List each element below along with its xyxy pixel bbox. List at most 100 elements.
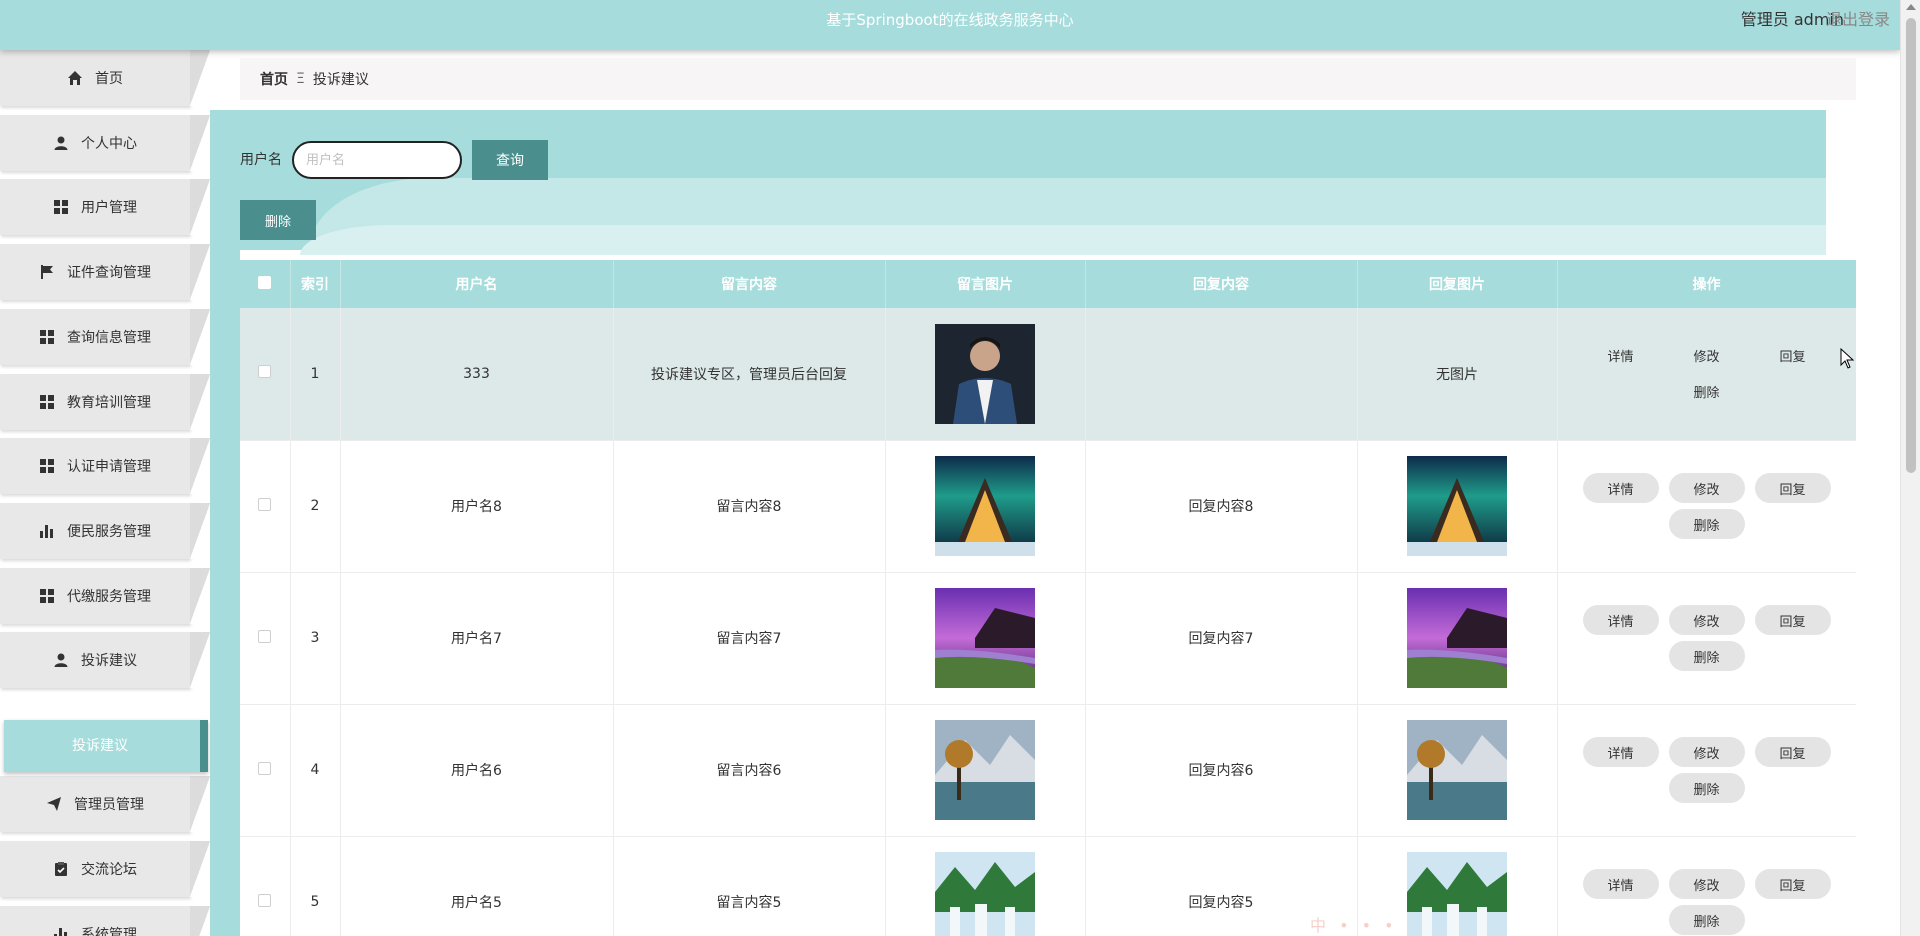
sidebar-item-tab	[190, 244, 210, 300]
select-all-checkbox[interactable]	[258, 275, 272, 289]
sidebar-item-tab	[190, 438, 210, 494]
delete-button[interactable]: 删除	[1668, 641, 1745, 671]
edit-button[interactable]: 修改	[1668, 340, 1745, 371]
query-button[interactable]: 查询	[472, 140, 548, 180]
scroll-up-arrow[interactable]	[1906, 4, 1916, 10]
sidebar-item-content: 交流论坛	[0, 841, 190, 897]
sidebar-item-2[interactable]: 个人中心	[0, 115, 210, 171]
row-message-image-cell	[885, 308, 1086, 441]
batch-delete-button[interactable]: 删除	[240, 200, 316, 240]
table-row[interactable]: 3 用户名7 留言内容7 回复内容7 详情 修改 回复 删除	[240, 572, 1856, 705]
sidebar-item-8[interactable]: 便民服务管理	[0, 503, 210, 559]
username-search-input[interactable]	[292, 141, 462, 179]
reply-button[interactable]: 回复	[1754, 340, 1831, 371]
detail-button[interactable]: 详情	[1582, 869, 1659, 899]
row-content: 留言内容8	[613, 440, 886, 573]
sidebar-item-content: 代缴服务管理	[0, 568, 190, 624]
delete-button[interactable]: 删除	[1668, 773, 1745, 803]
table-row[interactable]: 4 用户名6 留言内容6 回复内容6 详情 修改 回复 删除	[240, 704, 1856, 837]
row-index: 3	[290, 572, 341, 705]
grid-icon	[39, 588, 55, 604]
scrollbar-thumb[interactable]	[1906, 18, 1916, 473]
table-row[interactable]: 2 用户名8 留言内容8 回复内容8 详情 修改 回复 删除	[240, 440, 1856, 573]
row-checkbox[interactable]	[258, 629, 272, 643]
message-image[interactable]	[935, 323, 1035, 424]
sidebar-subitem-complaints[interactable]: 投诉建议	[4, 720, 208, 772]
row-checkbox[interactable]	[258, 497, 272, 511]
message-image[interactable]	[935, 852, 1035, 936]
breadcrumb-current: 投诉建议	[312, 72, 369, 88]
reply-image[interactable]	[1407, 720, 1507, 820]
row-actions-cell: 详情 修改 回复 删除	[1557, 308, 1856, 441]
edit-button[interactable]: 修改	[1668, 605, 1745, 635]
row-reply-image-cell	[1357, 704, 1558, 837]
row-actions-cell: 详情 修改 回复 删除	[1557, 836, 1856, 936]
watermark-logo: 中 • • •	[1310, 916, 1398, 935]
reply-image[interactable]	[1407, 456, 1507, 556]
edit-button[interactable]: 修改	[1668, 869, 1745, 899]
top-header: 基于Springboot的在线政务服务中心 管理员 admin 退出登录	[0, 0, 1900, 50]
bar-chart-icon	[53, 926, 69, 936]
reply-button[interactable]: 回复	[1754, 473, 1831, 503]
reply-button[interactable]: 回复	[1754, 605, 1831, 635]
sidebar-item-7[interactable]: 认证申请管理	[0, 438, 210, 494]
reply-button[interactable]: 回复	[1754, 737, 1831, 767]
detail-button[interactable]: 详情	[1582, 605, 1659, 635]
row-actions-cell: 详情 修改 回复 删除	[1557, 440, 1856, 573]
sidebar-item-content: 用户管理	[0, 179, 190, 235]
row-content: 留言内容6	[613, 704, 886, 837]
sidebar-item-tab	[190, 309, 210, 365]
row-actions-cell: 详情 修改 回复 删除	[1557, 704, 1856, 837]
sidebar-item-6[interactable]: 教育培训管理	[0, 374, 210, 430]
sidebar-item-content: 认证申请管理	[0, 438, 190, 494]
sidebar-item-10[interactable]: 投诉建议	[0, 632, 210, 688]
message-image[interactable]	[935, 588, 1035, 688]
grid-icon	[39, 458, 55, 474]
edit-button[interactable]: 修改	[1668, 737, 1745, 767]
page-scrollbar[interactable]	[1900, 0, 1920, 936]
sidebar-item-label: 证件查询管理	[67, 265, 151, 281]
detail-button[interactable]: 详情	[1582, 340, 1659, 371]
sidebar-item-tab	[190, 179, 210, 235]
sidebar-item-1[interactable]: 首页	[0, 50, 210, 106]
sidebar-item-3[interactable]: 用户管理	[0, 179, 210, 235]
breadcrumb-home[interactable]: 首页	[260, 69, 288, 89]
sidebar-item-tab	[190, 50, 210, 106]
delete-button[interactable]: 删除	[1668, 509, 1745, 539]
col-reply: 回复内容	[1085, 260, 1358, 308]
sidebar-item-5[interactable]: 查询信息管理	[0, 309, 210, 365]
username-search-label: 用户名	[240, 152, 282, 168]
row-index: 4	[290, 704, 341, 837]
sidebar-item-tab	[190, 776, 210, 832]
delete-button[interactable]: 删除	[1668, 905, 1745, 935]
sidebar-item-tab	[190, 568, 210, 624]
table-row[interactable]: 5 用户名5 留言内容5 回复内容5 详情 修改 回复 删除	[240, 836, 1856, 936]
row-actions: 详情 修改 回复 删除	[1572, 605, 1842, 671]
sidebar-item-11[interactable]: 管理员管理	[0, 776, 210, 832]
logout-link[interactable]: 退出登录	[1826, 0, 1890, 40]
reply-image[interactable]	[1407, 588, 1507, 688]
sidebar-item-content: 首页	[0, 50, 190, 106]
row-content: 留言内容5	[613, 836, 886, 936]
reply-image[interactable]	[1407, 852, 1507, 936]
sidebar-item-label: 个人中心	[81, 136, 137, 152]
sidebar-item-9[interactable]: 代缴服务管理	[0, 568, 210, 624]
message-image[interactable]	[935, 720, 1035, 820]
row-checkbox[interactable]	[258, 893, 272, 907]
edit-button[interactable]: 修改	[1668, 473, 1745, 503]
table-row[interactable]: 1 333 投诉建议专区，管理员后台回复 无图片 详情 修改 回复 删除	[240, 308, 1856, 441]
row-checkbox[interactable]	[258, 761, 272, 775]
search-banner-wave-light	[300, 225, 1826, 255]
row-checkbox[interactable]	[258, 365, 272, 379]
row-message-image-cell	[885, 704, 1086, 837]
message-image[interactable]	[935, 456, 1035, 556]
sidebar-item-12[interactable]: 交流论坛	[0, 841, 210, 897]
detail-button[interactable]: 详情	[1582, 737, 1659, 767]
row-message-image-cell	[885, 440, 1086, 573]
sidebar-item-13[interactable]: 系统管理	[0, 906, 210, 936]
delete-button[interactable]: 删除	[1668, 376, 1745, 407]
sidebar-item-4[interactable]: 证件查询管理	[0, 244, 210, 300]
row-actions: 详情 修改 回复 删除	[1572, 737, 1842, 803]
detail-button[interactable]: 详情	[1582, 473, 1659, 503]
reply-button[interactable]: 回复	[1754, 869, 1831, 899]
